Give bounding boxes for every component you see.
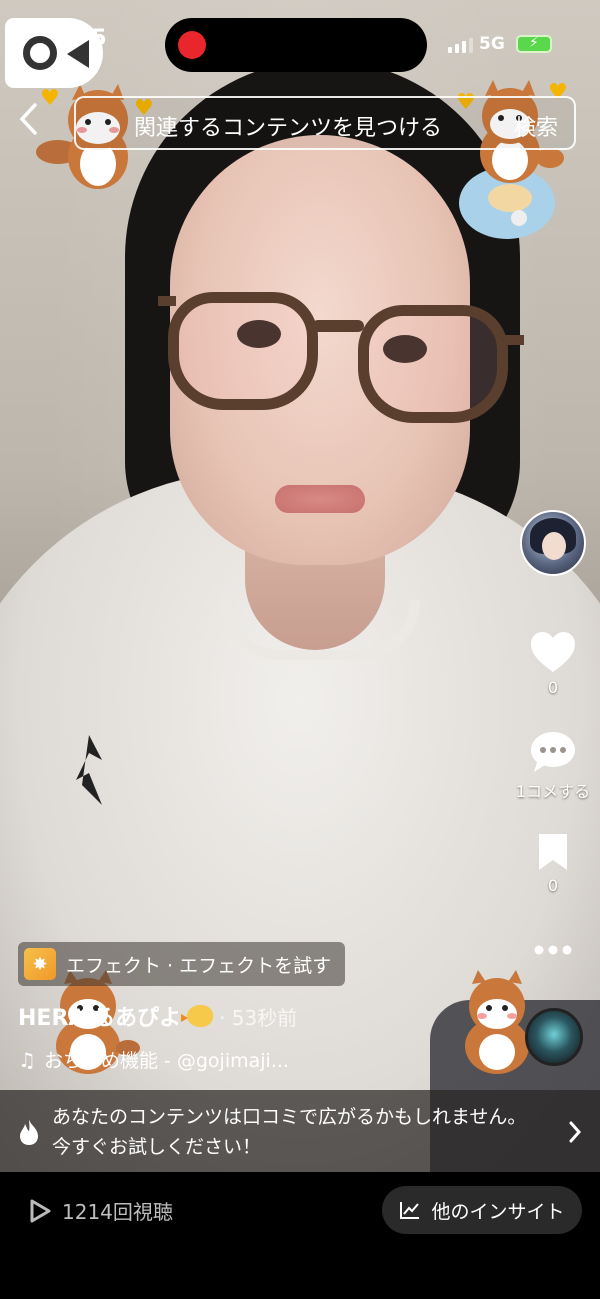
comment-label: 1コメする: [515, 782, 591, 801]
video-player[interactable]: ♥ ♥ ♥ ♥: [0, 0, 600, 1172]
footer-bar: 1214回視聴 他のインサイト: [0, 1172, 600, 1299]
creator-avatar[interactable]: [520, 510, 586, 576]
glasses-bridge: [312, 320, 364, 332]
more-dots-icon: [534, 945, 572, 955]
like-button[interactable]: 0: [513, 630, 593, 697]
shirt-print: [74, 735, 104, 813]
video-shirt-collar: [220, 600, 420, 660]
promo-text-line1: あなたのコンテンツは口コミで広がるかもしれません。: [52, 1106, 527, 1128]
line-chart-icon: [400, 1202, 420, 1219]
music-row[interactable]: ♫ おちゃめ機能 - @gojimaji...: [18, 1046, 289, 1073]
screen-recording-icon: [178, 31, 206, 59]
promo-text-line2: 今すぐお試しください！: [52, 1136, 262, 1158]
insights-label: 他のインサイト: [431, 1200, 565, 1223]
comment-button[interactable]: 1コメする: [513, 730, 593, 802]
play-outline-icon: [30, 1199, 51, 1222]
views-counter: 1214回視聴: [28, 1196, 173, 1225]
bookmark-button[interactable]: 0: [513, 832, 593, 895]
posted-time: · 53秒前: [219, 1005, 298, 1030]
search-button[interactable]: 検索: [514, 110, 558, 142]
chevron-left-icon: [19, 103, 37, 135]
glasses-lens-right: [358, 305, 508, 423]
network-type: 5G: [479, 34, 505, 54]
comment-bubble-icon: [531, 732, 575, 772]
sparkle-icon: ✸: [24, 948, 56, 980]
effect-label: エフェクト · エフェクトを試す: [66, 954, 332, 977]
heart-icon: [531, 632, 575, 672]
music-disc-icon[interactable]: [525, 1008, 583, 1066]
chevron-right-icon: [569, 1121, 582, 1143]
promo-banner[interactable]: あなたのコンテンツは口コミで広がるかもしれません。 今すぐお試しください！: [0, 1090, 600, 1172]
record-app-icon: [5, 18, 103, 88]
search-bar[interactable]: 関連するコンテンツを見つける 検索: [74, 96, 576, 150]
bookmark-count: 0: [547, 876, 559, 895]
effect-chip[interactable]: ✸ エフェクト · エフェクトを試す: [18, 942, 346, 986]
music-title: おちゃめ機能 - @gojimaji...: [43, 1050, 289, 1072]
flame-icon: [20, 1119, 38, 1145]
battery-charging-icon: ⚡: [516, 35, 552, 53]
music-note-icon: ♫: [18, 1047, 36, 1072]
video-subject-lips: [275, 485, 365, 513]
back-button[interactable]: [18, 102, 52, 146]
search-placeholder: 関連するコンテンツを見つける: [134, 116, 443, 141]
glasses-temple-right: [500, 335, 524, 345]
author-name[interactable]: HERA るあぴよ: [18, 1000, 181, 1032]
more-options-button[interactable]: [513, 944, 593, 956]
glasses-temple-left: [158, 296, 176, 306]
bookmark-icon: [539, 834, 567, 870]
insights-button[interactable]: 他のインサイト: [382, 1186, 582, 1234]
views-count: 1214回視聴: [62, 1200, 173, 1224]
like-count: 0: [547, 678, 559, 697]
cellular-signal-icon: [448, 38, 473, 53]
glasses-lens-left: [168, 292, 318, 410]
author-row: HERA るあぴよ · 53秒前: [18, 1000, 297, 1032]
chick-emoji-icon: [181, 1005, 214, 1027]
